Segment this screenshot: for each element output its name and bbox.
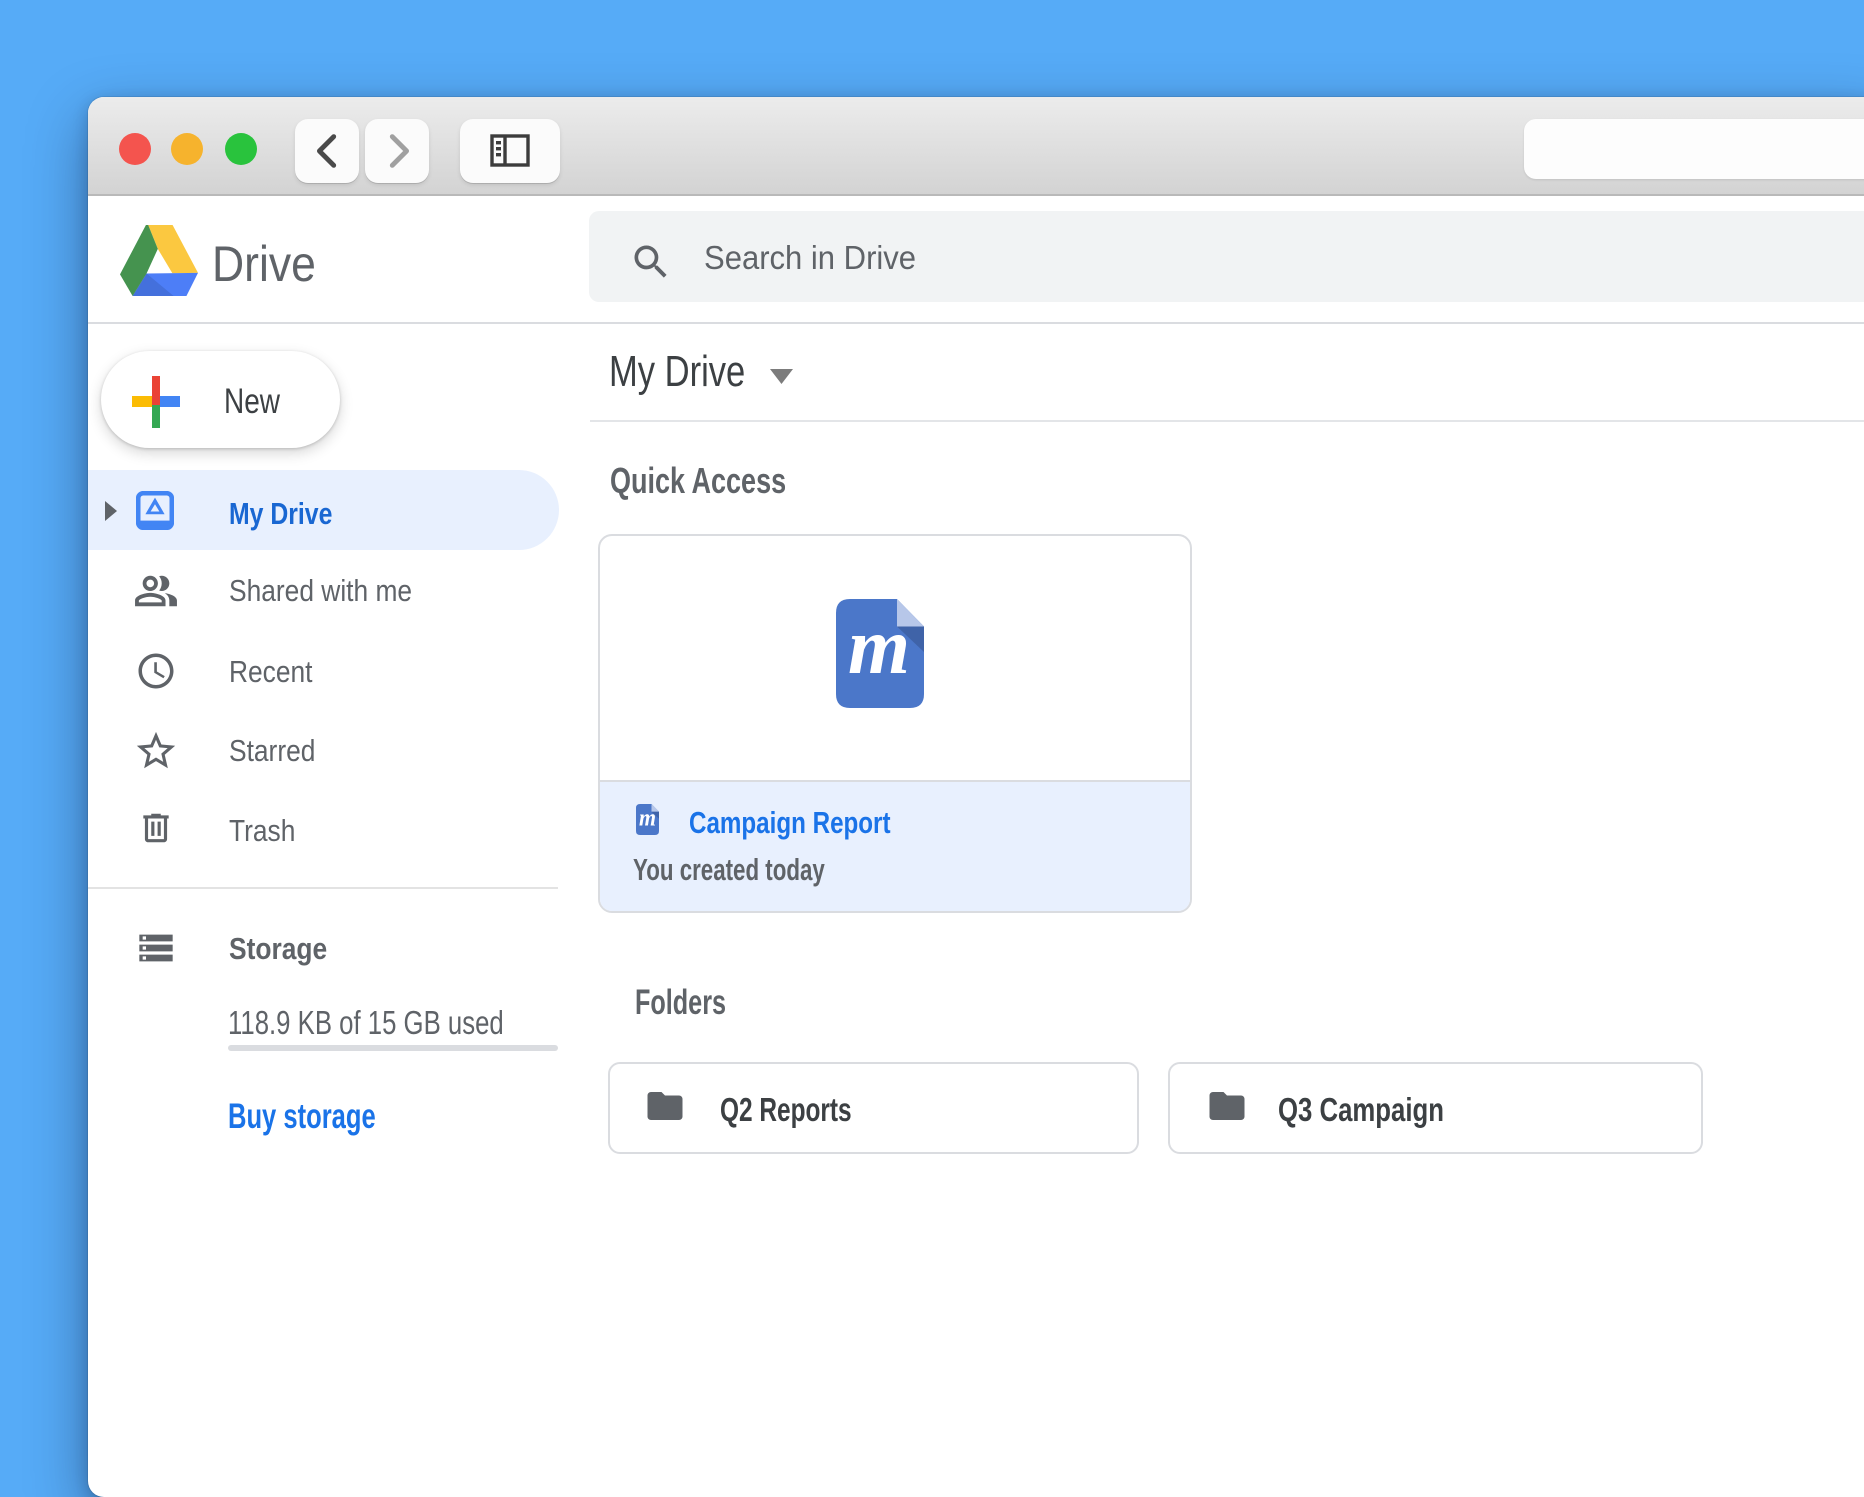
svg-text:m: m	[639, 806, 656, 832]
svg-text:m: m	[848, 603, 910, 691]
